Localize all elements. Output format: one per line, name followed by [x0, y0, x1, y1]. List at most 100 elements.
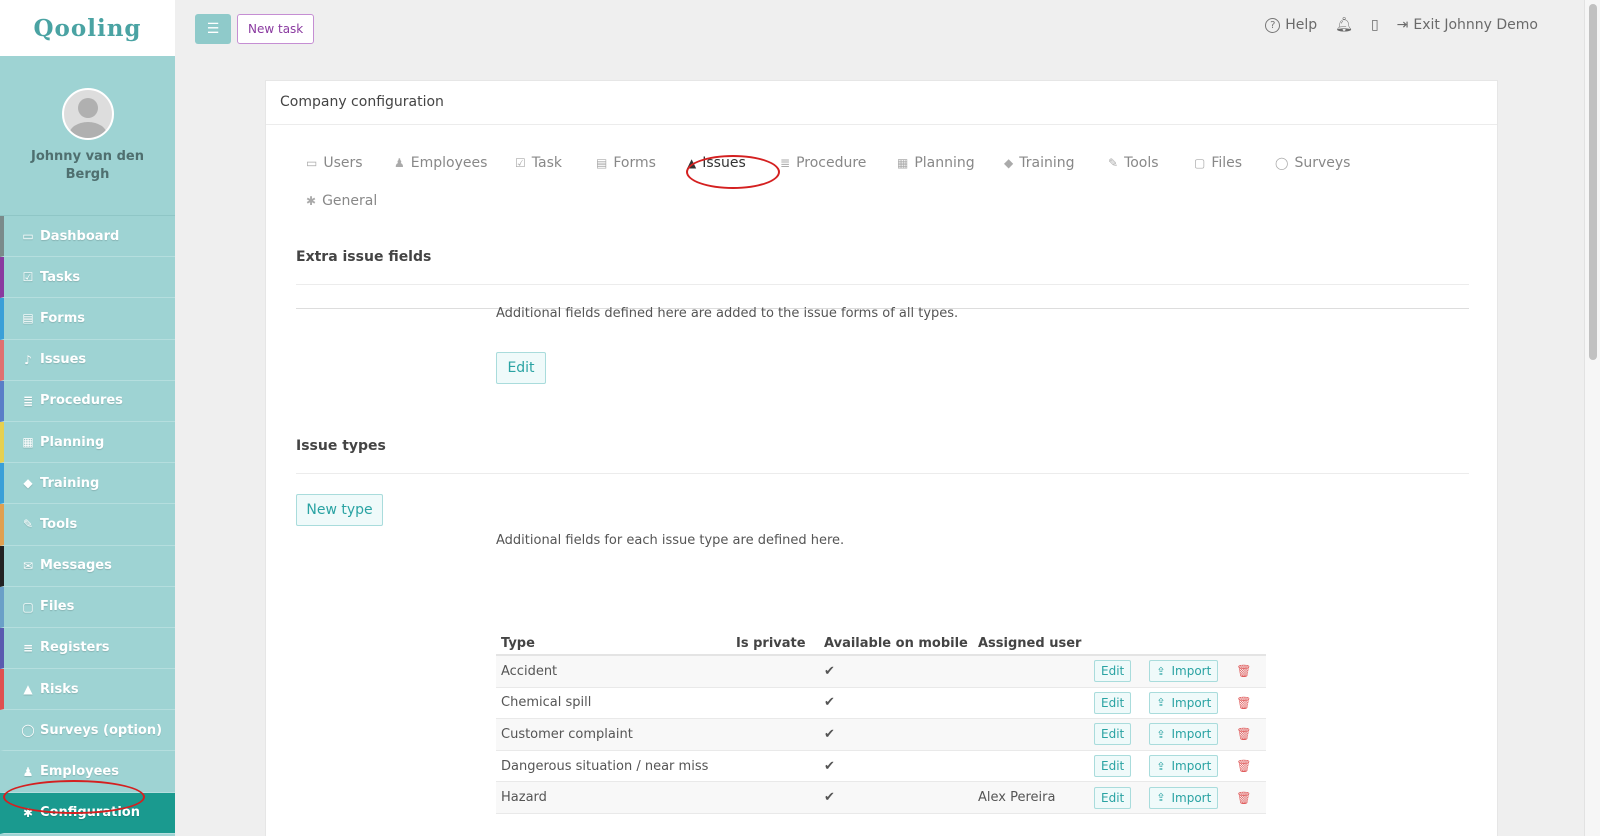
sidebar-item-planning[interactable]: ▦ Planning — [0, 421, 175, 464]
sidebar-item-surveys-option[interactable]: ◯ Surveys (option) — [0, 710, 175, 752]
avatar[interactable] — [61, 88, 114, 140]
edit-label: Edit — [1101, 790, 1125, 805]
import-label: Import — [1171, 664, 1212, 679]
sidebar-item-employees[interactable]: ♟ Employees — [0, 751, 175, 793]
gear-icon: ✱ — [306, 194, 317, 208]
sidebar-item-tools[interactable]: ✎ Tools — [0, 504, 175, 546]
check-icon: ✔ — [824, 695, 835, 711]
import-label: Import — [1171, 759, 1212, 774]
tab-task[interactable]: ☑ Task — [515, 155, 562, 171]
edit-button[interactable]: Edit — [1094, 723, 1132, 746]
notifications-button[interactable]: 🔔︎ — [1335, 17, 1353, 33]
sidebar-item-label: Issues — [40, 352, 87, 368]
tab-tools[interactable]: ✎ Tools — [1108, 155, 1159, 171]
checkbox-icon: ☑ — [22, 270, 34, 285]
row-actions: Edit ⇪ Import 🗑︎ — [1094, 660, 1252, 683]
sidebar-item-label: Risks — [40, 681, 79, 697]
building-icon: ▯ — [1370, 17, 1379, 33]
tab-general[interactable]: ✱ General — [306, 193, 377, 209]
tab-label: Tools — [1124, 155, 1159, 171]
row-actions: Edit ⇪ Import 🗑︎ — [1094, 723, 1252, 746]
sidebar-item-label: Tools — [40, 516, 78, 532]
gear-icon: ✱ — [22, 805, 34, 820]
building-button[interactable]: ▯ — [1371, 17, 1379, 33]
issue-types-table: Type Is private Available on mobile Assi… — [496, 632, 1266, 814]
sidebar-item-label: Registers — [40, 640, 110, 656]
user-profile: Johnny van den Bergh — [0, 56, 175, 216]
trash-icon[interactable]: 🗑︎ — [1236, 791, 1251, 805]
list-icon: ≣ — [780, 156, 791, 170]
comment-icon: ◯ — [21, 723, 35, 738]
page-scrollbar[interactable] — [1584, 0, 1600, 836]
id-card-icon: ▭ — [306, 156, 318, 170]
tab-training[interactable]: ◆ Training — [1004, 155, 1074, 171]
tab-issues[interactable]: ▲ Issues — [687, 155, 746, 171]
trash-icon[interactable]: 🗑︎ — [1236, 727, 1251, 741]
check-icon: ✔ — [824, 790, 835, 806]
list-icon: ≣ — [22, 393, 34, 408]
sidebar-item-issues[interactable]: ♪ Issues — [0, 339, 175, 381]
graduation-cap-icon: ◆ — [1004, 156, 1014, 170]
edit-button[interactable]: Edit — [1094, 660, 1132, 683]
row-actions: Edit ⇪ Import 🗑︎ — [1094, 755, 1252, 778]
help-link[interactable]: ? Help — [1265, 17, 1317, 33]
tab-label: Forms — [613, 155, 656, 171]
tab-users[interactable]: ▭ Users — [306, 155, 363, 171]
row-actions: Edit ⇪ Import 🗑︎ — [1094, 786, 1252, 809]
import-button[interactable]: ⇪ Import — [1149, 723, 1219, 746]
trash-icon[interactable]: 🗑︎ — [1236, 759, 1251, 773]
trash-icon[interactable]: 🗑︎ — [1236, 664, 1251, 678]
edit-button[interactable]: Edit — [1094, 786, 1132, 809]
tab-surveys[interactable]: ◯ Surveys — [1275, 155, 1350, 171]
tab-planning[interactable]: ▦ Planning — [897, 155, 975, 171]
sidebar-item-label: Procedures — [40, 393, 123, 409]
sidebar-item-tasks[interactable]: ☑ Tasks — [0, 257, 175, 299]
tab-procedure[interactable]: ≣ Procedure — [780, 155, 866, 171]
trash-icon[interactable]: 🗑︎ — [1236, 696, 1251, 710]
sidebar-item-messages[interactable]: ✉ Messages — [0, 545, 175, 587]
table-row: Chemical spill ✔ Edit ⇪ Import 🗑︎ — [496, 688, 1266, 720]
tab-employees[interactable]: ♟ Employees — [394, 155, 487, 171]
column-header-type: Type — [501, 635, 535, 651]
tab-label: Procedure — [796, 155, 867, 171]
exit-link[interactable]: ⇥ Exit Johnny Demo — [1397, 17, 1538, 33]
sidebar-item-procedures[interactable]: ≣ Procedures — [0, 380, 175, 422]
sign-out-icon: ⇥ — [1396, 17, 1409, 33]
sidebar-item-training[interactable]: ◆ Training — [0, 463, 175, 505]
edit-label: Edit — [1101, 664, 1125, 679]
tab-label: Planning — [914, 155, 975, 171]
import-button[interactable]: ⇪ Import — [1149, 660, 1219, 683]
sidebar-item-risks[interactable]: ▲ Risks — [0, 669, 175, 711]
tab-label: Files — [1211, 155, 1243, 171]
tab-files[interactable]: ▢ Files — [1194, 155, 1242, 171]
menu-toggle-button[interactable]: ☰ — [195, 14, 231, 44]
extra-fields-edit-button[interactable]: Edit — [496, 352, 546, 384]
import-button[interactable]: ⇪ Import — [1149, 786, 1219, 809]
sidebar: Qooling Johnny van den Bergh ▭ Dashboard ☑… — [0, 0, 175, 836]
page-title: Company configuration — [266, 81, 1497, 125]
tab-forms[interactable]: ▤ Forms — [596, 155, 656, 171]
column-header-mobile: Available on mobile — [824, 635, 968, 651]
sidebar-item-dashboard[interactable]: ▭ Dashboard — [0, 216, 175, 258]
scrollbar-thumb[interactable] — [1589, 4, 1597, 360]
upload-icon: ⇪ — [1156, 791, 1166, 805]
sidebar-item-label: Configuration — [40, 805, 140, 821]
new-type-button[interactable]: New type — [296, 494, 383, 526]
import-label: Import — [1171, 695, 1212, 710]
sidebar-item-files[interactable]: ▢ Files — [0, 586, 175, 628]
warning-icon: ▲ — [23, 682, 33, 697]
tab-label: Employees — [410, 155, 488, 171]
sidebar-item-configuration[interactable]: ✱ Configuration — [0, 792, 175, 834]
edit-button[interactable]: Edit — [1094, 755, 1132, 778]
sidebar-item-registers[interactable]: ≡ Registers — [0, 627, 175, 670]
new-task-button[interactable]: New task — [237, 14, 315, 44]
edit-label: Edit — [1101, 695, 1125, 710]
logo[interactable]: Qooling — [0, 0, 175, 56]
import-button[interactable]: ⇪ Import — [1149, 691, 1219, 714]
edit-button[interactable]: Edit — [1094, 691, 1132, 714]
tab-label: General — [322, 193, 378, 209]
file-icon: ▢ — [1194, 156, 1206, 170]
import-button[interactable]: ⇪ Import — [1149, 755, 1219, 778]
check-icon: ✔ — [824, 758, 835, 774]
sidebar-item-forms[interactable]: ▤ Forms — [0, 298, 175, 340]
